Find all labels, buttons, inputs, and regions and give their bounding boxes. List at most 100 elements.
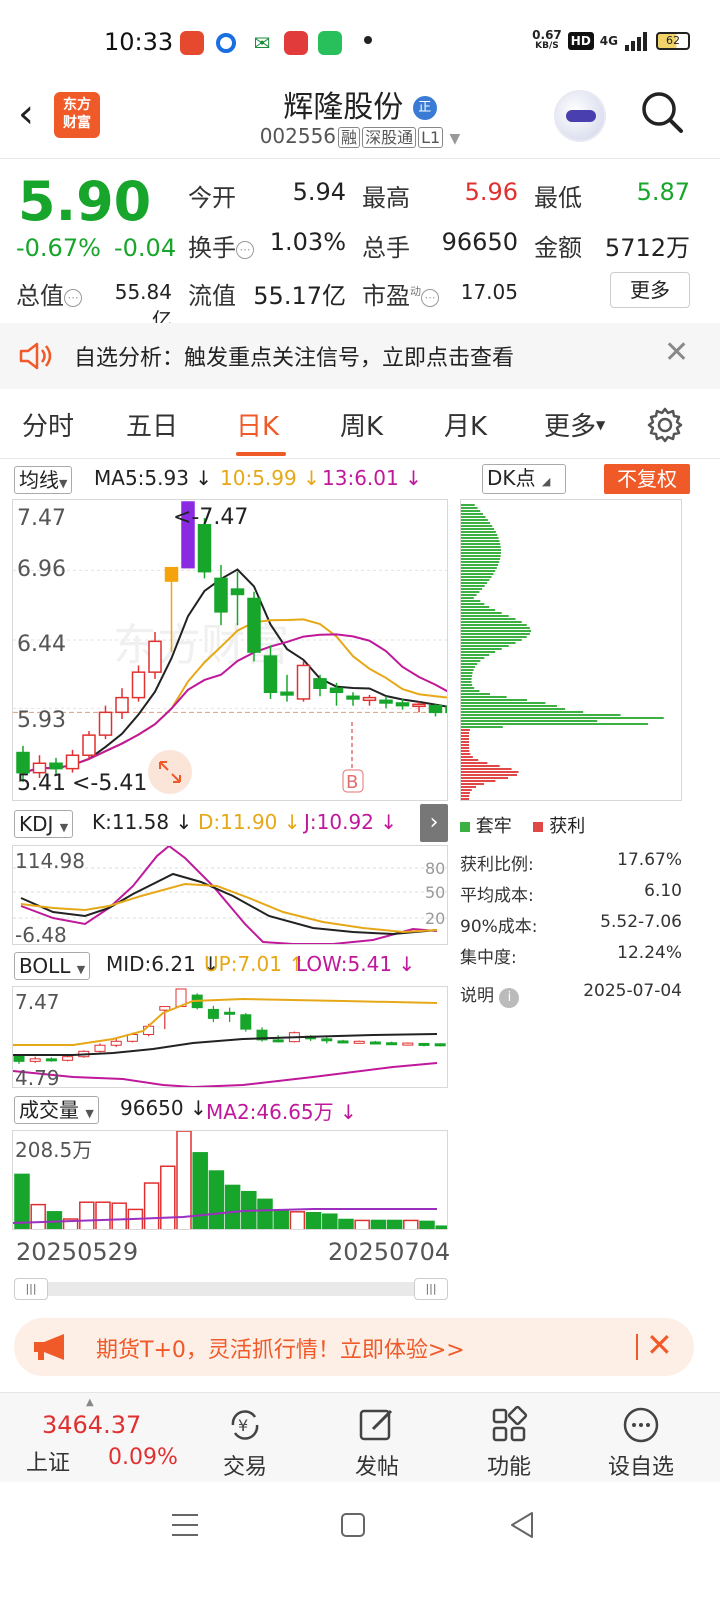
close-icon[interactable]: ✕ [646, 1326, 673, 1364]
kdj-selector[interactable]: KDJ ▼ [14, 810, 74, 838]
chip-bar [461, 681, 472, 683]
speaker-icon [19, 342, 52, 370]
home-icon[interactable] [340, 1512, 366, 1538]
kline-chart[interactable]: 东方财富 7.47 6.96 6.44 5.93 <-7.47 5.41 <-5.… [12, 499, 448, 801]
chip-bar [461, 639, 522, 641]
candle [16, 751, 30, 774]
volume-value-label: 96650 ↓ [120, 1096, 207, 1120]
boll-selector[interactable]: BOLL ▼ [14, 952, 91, 980]
svg-text:¥: ¥ [238, 1416, 248, 1435]
ma-selector[interactable]: 均线▼ [14, 466, 73, 494]
chip-bar [461, 684, 473, 686]
chip-bar [461, 756, 473, 758]
boll-y-bottom: 4.79 [15, 1066, 60, 1088]
stock-code: 002556 [259, 124, 337, 148]
dk-point-button[interactable]: DK点 ◢ [482, 464, 566, 494]
help-icon[interactable]: ⋯ [64, 289, 82, 307]
volume-bar [143, 1182, 160, 1229]
volume-chart[interactable]: 208.5万 [12, 1130, 448, 1230]
chip-bar [461, 726, 503, 728]
open-value: 5.94 [292, 178, 346, 206]
tab-weekly-k[interactable]: 周K [340, 406, 383, 443]
slider-handle-right[interactable]: ||| [414, 1278, 448, 1300]
chip-bar [461, 675, 472, 677]
volume-value: 96650 [441, 228, 518, 256]
candle [214, 577, 228, 613]
chip-bar [461, 603, 485, 605]
index-change[interactable]: 0.09% [108, 1445, 178, 1470]
volume-selector[interactable]: 成交量 ▼ [14, 1096, 99, 1124]
float-label: 流值 [188, 282, 236, 310]
stock-code-row[interactable]: 002556 融深股通 L1 ▼ [0, 124, 720, 148]
robot-assistant-icon[interactable] [554, 90, 606, 142]
chip-bar [461, 618, 516, 620]
chip-bar [461, 585, 485, 587]
volume-bar [273, 1210, 289, 1229]
boll-candle [386, 1042, 398, 1046]
boll-chart[interactable]: 7.47 4.79 [12, 986, 448, 1088]
volume-ma2-label: MA2:46.65万 ↓ [206, 1100, 357, 1124]
chip-bar [461, 624, 527, 626]
chip-bar [461, 513, 483, 515]
chip-bar [461, 696, 507, 698]
more-button[interactable]: 更多 [610, 272, 690, 308]
tab-more[interactable]: 更多▼ [544, 406, 605, 443]
volume-bar [208, 1170, 225, 1229]
boll-candle [418, 1042, 430, 1046]
chip-bar [461, 711, 584, 713]
chip-bar [461, 537, 499, 539]
chip-bar [461, 720, 598, 722]
candle [346, 695, 360, 700]
range-slider[interactable] [14, 1282, 446, 1296]
chip-bar [461, 786, 477, 788]
tab-five-day[interactable]: 五日 [126, 406, 178, 443]
search-icon[interactable] [640, 90, 684, 134]
back-nav-icon[interactable] [508, 1510, 536, 1540]
chip-bar [461, 723, 648, 725]
nav-add-watchlist[interactable]: 设自选 [586, 1393, 696, 1483]
chip-bar [461, 741, 470, 743]
tab-daily-k[interactable]: 日K [236, 406, 279, 443]
nav-functions[interactable]: 功能 [454, 1393, 564, 1483]
nav-trade[interactable]: ¥ 交易 [190, 1393, 300, 1483]
tab-intraday[interactable]: 分时 [22, 406, 74, 443]
chip-bar [461, 612, 502, 614]
adjust-button[interactable]: 不复权 [604, 464, 690, 494]
nav-post[interactable]: 发帖 [322, 1393, 432, 1483]
date-start: 20250529 [16, 1238, 139, 1266]
chip-bar [461, 669, 474, 671]
y-label-max: 7.47 [17, 506, 66, 531]
current-price: 5.90 [18, 170, 152, 233]
buy-marker[interactable]: B [346, 772, 358, 793]
index-value[interactable]: 3464.37 [42, 1411, 141, 1439]
chip-bar [461, 657, 485, 659]
chip-bar [461, 768, 512, 770]
candle [296, 664, 311, 700]
close-icon[interactable]: ✕ [664, 335, 689, 370]
index-name[interactable]: 上证 [26, 1445, 70, 1477]
slider-handle-left[interactable]: ||| [14, 1278, 48, 1300]
ma5-label: MA5:5.93 ↓ [94, 466, 213, 490]
volume-bar [111, 1202, 127, 1229]
chip-bar [461, 690, 480, 692]
futures-promo-banner[interactable]: 期货T+0，灵活抓行情！立即体验>> ✕ [14, 1318, 694, 1376]
chip-bar [461, 744, 470, 746]
menu-icon[interactable] [170, 1512, 200, 1538]
chevron-right-icon[interactable]: › [420, 804, 448, 842]
promo-text: 期货T+0，灵活抓行情！立即体验>> [96, 1338, 465, 1363]
alert-bar[interactable]: 自选分析：触发重点关注信号，立即点击查看 ✕ [0, 323, 720, 389]
kdj-chart[interactable]: 80 50 20 114.98 -6.48 [12, 845, 448, 945]
candle [263, 655, 278, 694]
amount-value: 5712万 [604, 234, 690, 262]
gear-icon[interactable] [646, 406, 684, 444]
tab-indicator [236, 452, 286, 456]
change-percent: -0.67% [16, 234, 101, 262]
help-icon[interactable]: ⋯ [421, 289, 439, 307]
chip-bar [461, 606, 490, 608]
tab-monthly-k[interactable]: 月K [444, 406, 487, 443]
expand-icon[interactable] [148, 750, 192, 794]
chip-note[interactable]: 说明 i 2025-07-04 [460, 981, 682, 1008]
help-icon[interactable]: ⋯ [236, 241, 254, 259]
boll-candle [110, 1040, 122, 1046]
chip-bar [461, 678, 472, 680]
